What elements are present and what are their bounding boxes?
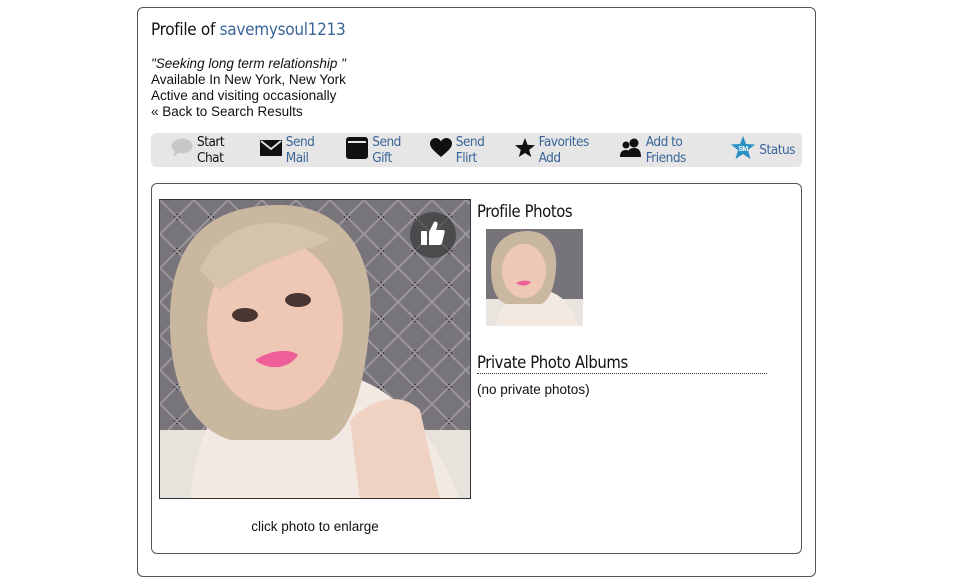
send-mail-button[interactable]: Send Mail — [259, 134, 340, 166]
main-profile-photo[interactable] — [159, 199, 471, 499]
thumbs-up-icon — [421, 220, 445, 251]
profile-photos-title: Profile Photos — [477, 202, 573, 221]
photo-caption: click photo to enlarge — [251, 519, 379, 534]
photo-section: click photo to enlarge Profile Photos Pr… — [151, 183, 802, 554]
thumbnail-image — [486, 229, 583, 326]
status-label: Status — [759, 142, 795, 158]
action-bar: Start Chat Send Mail Send Gift Send Flir… — [151, 133, 802, 167]
gift-box-icon — [346, 137, 369, 163]
profile-username: savemysoul1213 — [219, 20, 346, 40]
chat-bubble-icon — [171, 138, 193, 162]
profile-panel: Profile of savemysoul1213 "Seeking long … — [137, 7, 816, 577]
send-flirt-label: Send Flirt — [455, 134, 485, 166]
like-photo-button[interactable] — [410, 212, 456, 258]
profile-info: "Seeking long term relationship " Availa… — [151, 56, 346, 120]
page-title: Profile of savemysoul1213 — [151, 20, 346, 40]
start-chat-label: Start Chat — [197, 134, 225, 166]
add-to-friends-label: Add to Friends — [645, 134, 687, 166]
star-icon — [514, 138, 535, 162]
status-badge-text: SM — [739, 146, 749, 153]
heart-icon — [429, 138, 452, 162]
send-mail-label: Send Mail — [285, 134, 315, 166]
status-button[interactable]: SM Status — [731, 136, 795, 164]
favorites-add-button[interactable]: Favorites Add — [514, 134, 613, 166]
favorites-add-label: Favorites Add — [538, 134, 590, 166]
private-albums-title: Private Photo Albums — [477, 353, 767, 374]
friends-icon — [619, 138, 642, 162]
add-to-friends-button[interactable]: Add to Friends — [619, 134, 725, 166]
start-chat-button[interactable]: Start Chat — [171, 134, 253, 166]
send-gift-button[interactable]: Send Gift — [346, 134, 422, 166]
send-gift-label: Send Gift — [372, 134, 401, 166]
title-prefix: Profile of — [151, 20, 216, 40]
back-to-search-link[interactable]: « Back to Search Results — [151, 104, 303, 119]
envelope-icon — [259, 140, 282, 160]
sm-star-badge-icon: SM — [731, 136, 756, 164]
profile-photo-thumbnail[interactable] — [486, 229, 583, 326]
profile-location: Available In New York, New York — [151, 72, 346, 87]
profile-activity: Active and visiting occasionally — [151, 88, 337, 103]
profile-tagline: "Seeking long term relationship " — [151, 56, 346, 71]
no-private-photos-text: (no private photos) — [477, 382, 590, 397]
send-flirt-button[interactable]: Send Flirt — [429, 134, 508, 166]
